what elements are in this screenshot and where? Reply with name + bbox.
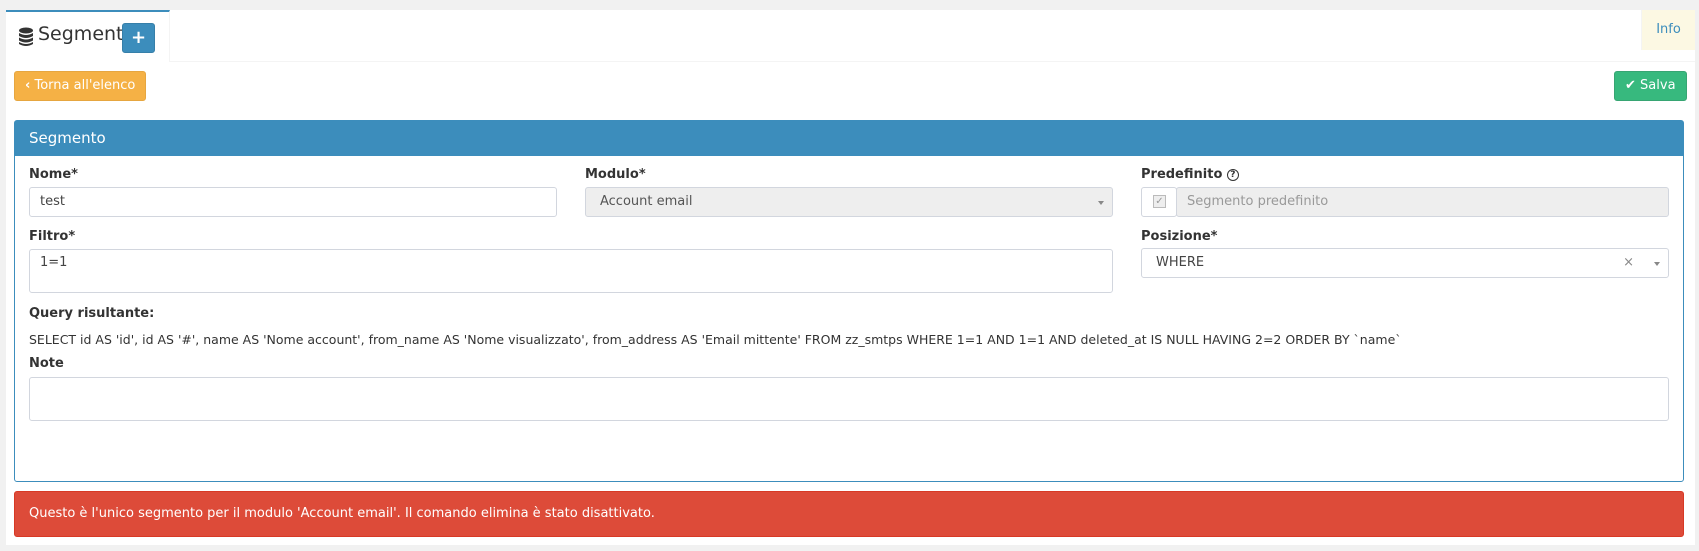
posizione-label: Posizione* (1141, 229, 1218, 244)
panel-title: Segmento (15, 121, 1683, 156)
page-title: Segmenti (38, 23, 129, 45)
query-text: SELECT id AS 'id', id AS '#', name AS 'N… (29, 332, 1402, 347)
nome-label: Nome* (29, 167, 78, 182)
save-button[interactable]: ✔ Salva (1614, 71, 1687, 101)
chevron-down-icon (1098, 201, 1104, 205)
posizione-value: WHERE (1156, 255, 1205, 270)
tab-info[interactable]: Info (1641, 10, 1695, 50)
modulo-label: Modulo* (585, 167, 646, 182)
query-label: Query risultante: (29, 306, 155, 321)
clear-icon[interactable]: × (1623, 249, 1634, 277)
question-circle-icon: ? (1226, 169, 1239, 181)
predefinito-field[interactable]: Segmento predefinito (1176, 187, 1669, 217)
checkbox-icon: ✓ (1153, 195, 1166, 208)
modulo-select[interactable]: Account email (585, 187, 1113, 217)
chevron-left-icon: ‹ (25, 78, 31, 93)
predefinito-checkbox-addon[interactable]: ✓ (1141, 187, 1177, 217)
tab-segmenti[interactable]: Segmenti + (6, 10, 170, 62)
alert-danger: Questo è l'unico segmento per il modulo … (14, 491, 1684, 537)
save-button-label: Salva (1640, 78, 1676, 93)
posizione-select[interactable]: WHERE × (1141, 248, 1669, 278)
nome-field[interactable]: test (29, 187, 557, 217)
note-label: Note (29, 356, 64, 371)
back-button-label: Torna all'elenco (34, 78, 136, 93)
filtro-label: Filtro* (29, 229, 76, 244)
note-textarea[interactable] (29, 377, 1669, 421)
database-icon (19, 27, 33, 46)
predefinito-label-text: Predefinito (1141, 167, 1223, 182)
predefinito-label: Predefinito ? (1141, 167, 1239, 182)
filtro-textarea[interactable]: 1=1 (29, 249, 1113, 293)
page: Segmenti + Info ‹ Torna all'elenco ✔ Sal… (6, 10, 1695, 545)
chevron-down-icon (1654, 262, 1660, 266)
check-icon: ✔ (1625, 78, 1636, 93)
tab-bar: Segmenti + Info (6, 10, 1695, 62)
add-button[interactable]: + (122, 23, 155, 53)
back-button[interactable]: ‹ Torna all'elenco (14, 71, 147, 101)
modulo-value: Account email (600, 194, 693, 209)
segment-panel: Segmento Nome* test Modulo* Account emai… (14, 120, 1684, 482)
